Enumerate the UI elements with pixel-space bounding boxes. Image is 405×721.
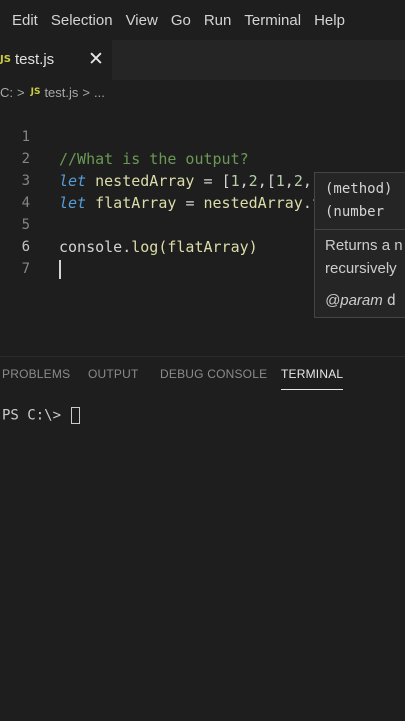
menu-run[interactable]: Run [197,12,238,29]
hover-tooltip: (method) (number Returns a n recursively… [314,172,405,318]
param-tag: @param [325,292,383,309]
tab-terminal[interactable]: TERMINAL [281,367,344,390]
tab-label: test.js [15,51,55,68]
menu-edit[interactable]: Edit [0,12,44,29]
terminal-prompt: PS C:\> [2,407,62,424]
breadcrumb-more[interactable]: ... [94,85,105,100]
code-line: 2 let nestedArray = [1,2,[1,2,[1]],3] [0,126,405,190]
hover-divider [315,229,405,230]
hover-doc-text: Returns a n [325,237,403,254]
code-line: 3 let flatArray = nestedArray.flat() [0,148,405,212]
menu-selection[interactable]: Selection [44,12,119,29]
param-name: d [386,291,396,309]
javascript-file-icon: JS [0,54,11,65]
code-line: 1 //What is the output? [0,104,405,168]
tab-problems[interactable]: PROBLEMS [2,367,70,381]
line-number: 7 [21,261,30,277]
terminal-output[interactable]: PS C:\> [2,407,81,424]
tab-output[interactable]: OUTPUT [88,367,139,381]
hover-param-tag: @param d [325,291,396,309]
breadcrumb: C: > JS test.js > ... [0,80,405,104]
close-icon[interactable]: ✕ [88,48,104,70]
tab-debug-console[interactable]: DEBUG CONSOLE [160,367,267,381]
menu-view[interactable]: View [119,12,164,29]
hover-signature: (number [325,204,385,220]
menu-help[interactable]: Help [308,12,352,29]
panel-tab-bar: PROBLEMS OUTPUT DEBUG CONSOLE TERMINAL [0,357,405,393]
hover-signature: (method) [325,181,393,197]
menu-bar: Edit Selection View Go Run Terminal Help [0,0,405,40]
breadcrumb-separator: > [82,84,90,100]
editor-tab-bar: JS test.js ✕ [0,40,405,81]
javascript-file-icon: JS [30,87,41,97]
hover-doc-text: recursively [325,260,397,277]
menu-terminal[interactable]: Terminal [238,12,308,29]
terminal-cursor [71,407,81,424]
breadcrumb-separator: > [17,84,25,100]
breadcrumb-file[interactable]: test.js [44,85,78,100]
menu-go[interactable]: Go [164,12,197,29]
text-cursor [59,260,61,279]
breadcrumb-root[interactable]: C: [0,85,13,100]
bottom-panel: PROBLEMS OUTPUT DEBUG CONSOLE TERMINAL P… [0,356,405,721]
tab-test-js[interactable]: JS test.js ✕ [0,40,112,81]
